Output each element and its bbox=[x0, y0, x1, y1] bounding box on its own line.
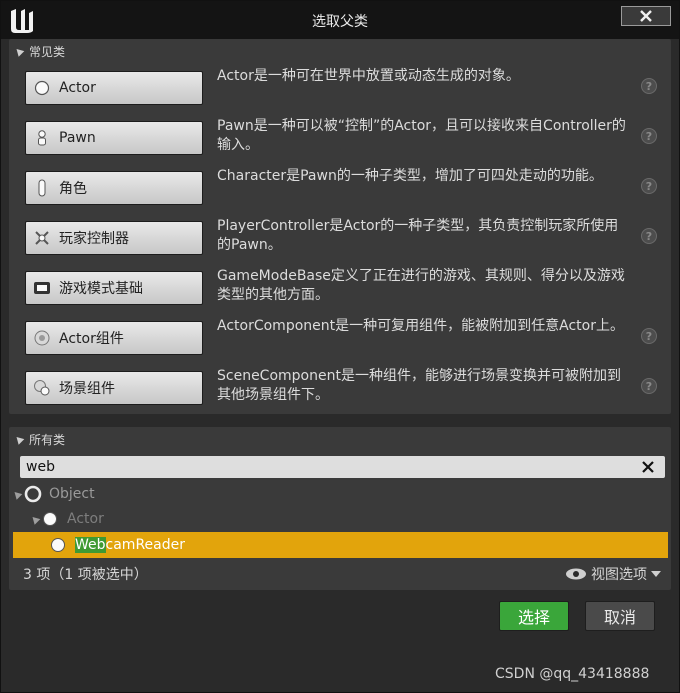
common-class-row-character: 角色 Character是Pawn的一种子类型，增加了可四处走动的功能。 ? bbox=[9, 167, 671, 215]
common-class-row-game-mode: 游戏模式基础 GameModeBase定义了正在进行的游戏、其规则、得分以及游戏… bbox=[9, 267, 671, 315]
actor-component-icon bbox=[33, 329, 51, 347]
class-description: Pawn是一种可以被“控制”的Actor，且可以接收来自Controller的输… bbox=[217, 118, 626, 153]
common-classes-header[interactable]: 常见类 bbox=[13, 42, 66, 60]
class-button-game-mode[interactable]: 游戏模式基础 bbox=[25, 271, 203, 305]
class-description: GameModeBase定义了正在进行的游戏、其规则、得分以及游戏类型的其他方面… bbox=[217, 268, 625, 303]
view-options-label: 视图选项 bbox=[591, 567, 647, 583]
help-icon[interactable]: ? bbox=[641, 228, 657, 244]
select-button[interactable]: 选择 bbox=[499, 601, 569, 631]
help-icon[interactable]: ? bbox=[641, 78, 657, 94]
common-class-row-player-controller: 玩家控制器 PlayerController是Actor的一种子类型，其负责控制… bbox=[9, 217, 671, 265]
search-value: web bbox=[26, 459, 55, 475]
expand-triangle-icon[interactable] bbox=[29, 513, 41, 525]
class-description: Character是Pawn的一种子类型，增加了可四处走动的功能。 bbox=[217, 168, 603, 184]
class-button-label: Pawn bbox=[59, 130, 96, 146]
pawn-icon bbox=[33, 129, 51, 147]
class-button-pawn[interactable]: Pawn bbox=[25, 121, 203, 155]
close-button[interactable] bbox=[621, 6, 671, 26]
class-button-actor[interactable]: Actor bbox=[25, 71, 203, 105]
sphere-icon bbox=[33, 79, 51, 97]
tree-item-label: Object bbox=[49, 486, 95, 502]
scene-component-icon bbox=[33, 379, 51, 397]
collapse-triangle-icon bbox=[13, 433, 25, 445]
cancel-button[interactable]: 取消 bbox=[585, 601, 655, 631]
all-classes-title: 所有类 bbox=[29, 432, 66, 447]
all-classes-header[interactable]: 所有类 bbox=[13, 430, 66, 448]
common-class-row-scene-component: 场景组件 SceneComponent是一种组件，能够进行场景变换并可被附加到其… bbox=[9, 367, 671, 415]
class-button-label: Actor组件 bbox=[59, 331, 124, 347]
common-class-row-actor: Actor Actor是一种可在世界中放置或动态生成的对象。 ? bbox=[9, 67, 671, 115]
class-button-actor-component[interactable]: Actor组件 bbox=[25, 321, 203, 355]
class-button-character[interactable]: 角色 bbox=[25, 171, 203, 205]
class-button-label: 角色 bbox=[59, 181, 87, 197]
class-description: Actor是一种可在世界中放置或动态生成的对象。 bbox=[217, 68, 520, 84]
selection-status: 3 项（1 项被选中） bbox=[23, 567, 148, 583]
help-icon[interactable]: ? bbox=[641, 178, 657, 194]
tree-item-object[interactable]: Object bbox=[11, 482, 668, 506]
common-classes-title: 常见类 bbox=[29, 44, 66, 59]
help-icon[interactable]: ? bbox=[641, 378, 657, 394]
all-classes-panel: 所有类 web Object Actor WebcamReader 3 项（1 … bbox=[9, 427, 671, 590]
collapse-triangle-icon bbox=[13, 45, 25, 57]
window-title: 选取父类 bbox=[312, 14, 368, 30]
help-icon[interactable]: ? bbox=[641, 128, 657, 144]
search-match-highlight: Web bbox=[75, 537, 106, 553]
sphere-icon bbox=[51, 538, 65, 552]
class-button-label: Actor bbox=[59, 80, 96, 96]
view-options-dropdown[interactable]: 视图选项 bbox=[565, 564, 661, 584]
chevron-down-icon bbox=[651, 571, 661, 577]
object-circle-icon bbox=[24, 485, 42, 503]
watermark-text: CSDN @qq_43418888 bbox=[495, 666, 650, 682]
label-remainder: camReader bbox=[105, 537, 185, 553]
class-description: SceneComponent是一种组件，能够进行场景变换并可被附加到其他场景组件… bbox=[217, 368, 621, 403]
tree-item-label: Actor bbox=[67, 511, 104, 527]
tree-item-label: WebcamReader bbox=[75, 537, 185, 553]
eye-icon bbox=[566, 568, 586, 580]
class-button-label: 游戏模式基础 bbox=[59, 281, 143, 297]
class-button-label: 玩家控制器 bbox=[59, 231, 129, 247]
tree-item-actor[interactable]: Actor bbox=[13, 507, 668, 531]
common-class-row-actor-component: Actor组件 ActorComponent是一种可复用组件，能被附加到任意Ac… bbox=[9, 317, 671, 365]
common-classes-panel: 常见类 Actor Actor是一种可在世界中放置或动态生成的对象。 ? Paw… bbox=[9, 39, 671, 414]
character-icon bbox=[33, 179, 51, 197]
clear-search-icon[interactable] bbox=[641, 460, 655, 474]
common-class-row-pawn: Pawn Pawn是一种可以被“控制”的Actor，且可以接收来自Control… bbox=[9, 117, 671, 165]
help-icon[interactable]: ? bbox=[641, 328, 657, 344]
class-button-label: 场景组件 bbox=[59, 381, 115, 397]
class-button-player-controller[interactable]: 玩家控制器 bbox=[25, 221, 203, 255]
class-description: PlayerController是Actor的一种子类型，其负责控制玩家所使用的… bbox=[217, 218, 619, 253]
title-bar[interactable]: 选取父类 bbox=[1, 1, 679, 39]
tree-item-webcamreader[interactable]: WebcamReader bbox=[13, 532, 668, 558]
expand-triangle-icon[interactable] bbox=[11, 488, 23, 500]
game-mode-icon bbox=[33, 279, 51, 297]
sphere-icon bbox=[43, 512, 57, 526]
pick-parent-class-dialog: 选取父类 常见类 Actor Actor是一种可在世界中放置或动态生成的对象。 … bbox=[0, 0, 680, 693]
close-icon bbox=[640, 10, 652, 22]
class-button-scene-component[interactable]: 场景组件 bbox=[25, 371, 203, 405]
class-description: ActorComponent是一种可复用组件，能被附加到任意Actor上。 bbox=[217, 318, 624, 334]
class-search-input[interactable]: web bbox=[20, 456, 665, 478]
player-controller-icon bbox=[33, 229, 51, 247]
